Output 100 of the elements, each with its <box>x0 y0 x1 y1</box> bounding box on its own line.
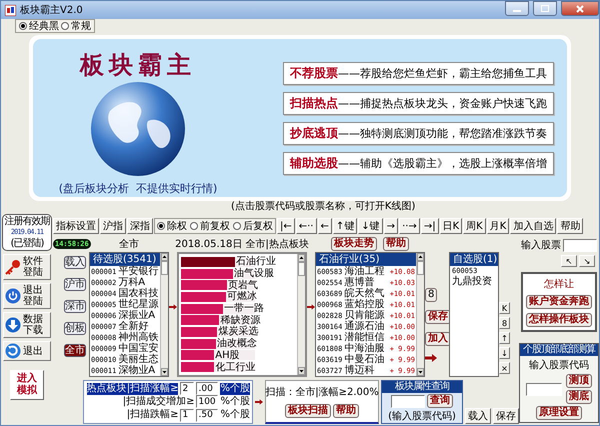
market-button[interactable]: 创板 <box>64 322 86 335</box>
list-tool-button[interactable]: K <box>499 302 510 314</box>
radio-option[interactable]: 后复权 <box>233 219 273 233</box>
stock-name[interactable]: 中海油服 <box>344 343 384 354</box>
scan-label[interactable]: 热点板块|扫描涨幅≥ <box>86 382 178 395</box>
scroll-up-icon[interactable] <box>417 253 424 261</box>
radio-option[interactable]: 常规 <box>61 19 91 33</box>
sector-label[interactable]: AH股 <box>214 350 240 361</box>
promo-button[interactable]: 账户资金奔跑 <box>526 295 592 309</box>
stock-name[interactable]: 全新好 <box>118 321 148 332</box>
stock-name[interactable]: 博迈科 <box>344 365 374 376</box>
stock-name[interactable]: 美丽生态 <box>118 354 158 365</box>
stock-input[interactable] <box>563 238 597 252</box>
scroll-down-icon[interactable] <box>298 367 305 375</box>
market-button[interactable]: 沪市 <box>64 278 86 291</box>
sector-button[interactable]: 板块走势 <box>331 237 377 251</box>
sector-bar[interactable] <box>181 350 214 360</box>
period-button[interactable]: 月K <box>486 218 510 234</box>
sector-label[interactable]: 页岩气 <box>226 280 258 291</box>
stock-name[interactable]: 通源石油 <box>344 321 384 332</box>
scan-button[interactable]: 板块扫描 <box>285 404 331 418</box>
sector-bar[interactable] <box>181 268 233 279</box>
input-field[interactable] <box>526 382 562 396</box>
stock-name[interactable]: 潜能恒信 <box>344 332 384 343</box>
nav-button[interactable]: |← <box>277 218 295 234</box>
stock-name[interactable]: 惠博普 <box>344 277 374 288</box>
maximize-button[interactable] <box>533 1 557 16</box>
calc-button[interactable]: 测顶 <box>566 374 592 388</box>
toolbar-button[interactable]: 深指 <box>127 218 153 234</box>
toolbar-button[interactable]: 加入自选 <box>510 218 556 234</box>
watchlist-button[interactable]: 保存 <box>493 408 519 424</box>
input-field[interactable]: 1 <box>180 408 194 422</box>
simulate-button[interactable]: 进入模拟 <box>10 370 44 400</box>
stock-name[interactable]: 海油工程 <box>344 266 384 277</box>
sector-label[interactable]: 可燃冰 <box>226 291 258 302</box>
scroll-thumb[interactable] <box>298 262 305 276</box>
scroll-down-icon[interactable] <box>417 368 424 376</box>
promo-button[interactable]: 怎样操作板块 <box>526 313 592 327</box>
sector-bar[interactable] <box>181 304 224 314</box>
sector-bar[interactable] <box>181 315 220 326</box>
nav-button[interactable]: ↑键 <box>332 218 358 234</box>
side-button[interactable]: 软件登陆 <box>3 254 51 280</box>
sector-label[interactable]: 化工行业 <box>214 362 256 373</box>
input-field[interactable]: 100 <box>196 395 218 408</box>
scan-button[interactable]: 帮助 <box>333 404 359 418</box>
stock-name[interactable]: 皖天然气 <box>344 288 384 299</box>
sector-label[interactable]: 一带一路 <box>223 303 264 314</box>
scroll-thumb[interactable] <box>417 261 424 275</box>
scrollbar[interactable] <box>416 253 424 376</box>
sector-label[interactable]: 稀缺资源 <box>219 314 260 326</box>
radio-option[interactable]: 前复权 <box>190 219 230 233</box>
sector-label[interactable]: 油气设服 <box>232 268 274 280</box>
stock-name[interactable]: 深物业A <box>118 365 156 376</box>
radio-option[interactable]: 除权 <box>157 219 187 233</box>
stock-name[interactable]: 九鼎投资 <box>452 276 498 287</box>
stock-name[interactable]: 中国宝安 <box>118 343 158 354</box>
list-tool-button[interactable]: 8 <box>499 317 510 329</box>
period-button[interactable]: 周K <box>463 218 486 234</box>
scroll-thumb[interactable] <box>161 261 168 275</box>
calc-button[interactable]: 测底 <box>566 390 592 404</box>
market-button[interactable]: 深市 <box>64 300 86 313</box>
sector-label[interactable]: 油改概念 <box>216 338 257 350</box>
nav-button[interactable]: ← <box>318 218 332 234</box>
sector-bar[interactable] <box>181 362 214 372</box>
toolbar-button[interactable]: 沪指 <box>100 218 126 234</box>
input-field[interactable]: 2 <box>180 382 194 396</box>
list-button[interactable]: 保存 <box>425 310 451 324</box>
list-tool-button[interactable]: × <box>499 362 510 374</box>
toolbar-button[interactable]: 指标设置 <box>53 218 99 234</box>
list-tool-button[interactable]: ↑ <box>499 332 510 344</box>
sector-bar[interactable] <box>181 326 218 337</box>
sector-bar[interactable] <box>181 256 236 267</box>
stock-name[interactable]: 深振业A <box>118 310 156 321</box>
nav-button[interactable]: ←·· <box>296 218 316 234</box>
input-field[interactable]: .00 <box>196 382 218 396</box>
scroll-up-icon[interactable] <box>298 254 305 262</box>
list-button[interactable]: 加入 <box>425 332 451 346</box>
market-button[interactable]: 载入 <box>64 256 86 269</box>
stock-name[interactable]: 平安银行 <box>118 266 158 277</box>
scan-label[interactable]: |扫描跌幅≥ <box>126 409 178 422</box>
list-tool-button[interactable]: ↓ <box>499 347 510 359</box>
scan-label[interactable]: |扫描成交增加≥ <box>122 396 194 408</box>
scrollbar[interactable] <box>297 254 305 375</box>
close-button[interactable] <box>561 1 599 16</box>
watchlist-button[interactable]: 载入 <box>465 408 491 424</box>
market-button[interactable]: 全市 <box>64 344 86 357</box>
corner-button[interactable]: ↖ <box>561 255 577 267</box>
minimize-button[interactable] <box>505 1 529 16</box>
stock-name[interactable]: 蓝焰控股 <box>344 299 384 310</box>
side-button[interactable]: 数据下载 <box>3 312 51 338</box>
input-field[interactable] <box>391 394 425 408</box>
sector-bar[interactable] <box>181 338 216 349</box>
stock-name[interactable]: 神州高铁 <box>118 332 158 343</box>
nav-button[interactable]: →| <box>420 218 439 234</box>
scrollbar[interactable] <box>160 253 168 376</box>
sector-label[interactable]: 石油行业 <box>235 256 276 268</box>
settings-button[interactable]: 原理设置 <box>536 406 582 420</box>
stock-name[interactable]: 国农科技 <box>118 288 158 299</box>
sector-button[interactable]: 帮助 <box>383 237 409 251</box>
stock-name[interactable]: 贝肯能源 <box>344 310 384 321</box>
